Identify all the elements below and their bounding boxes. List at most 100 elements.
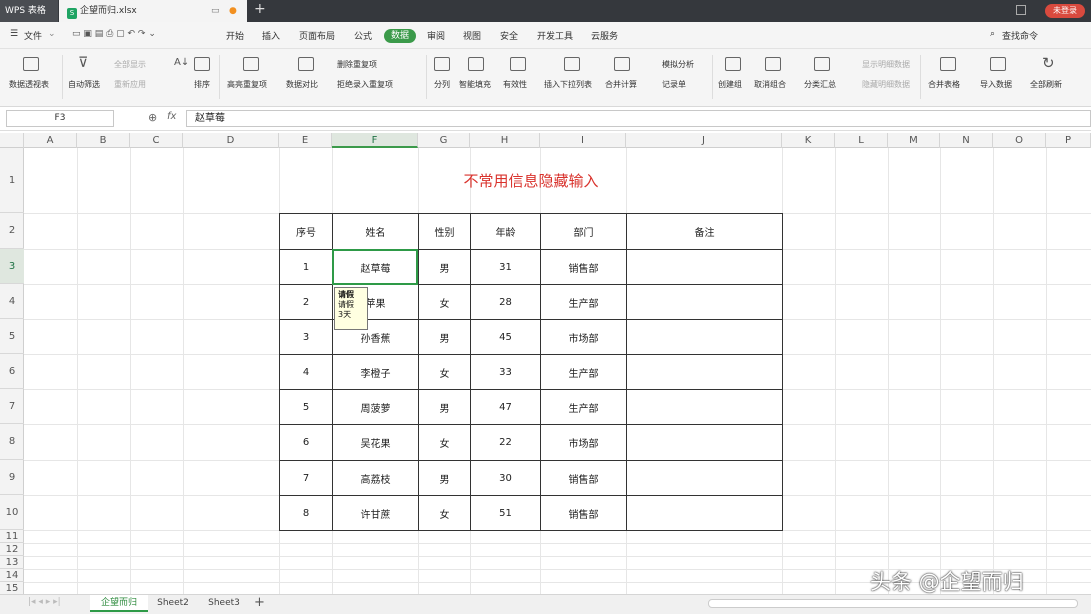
table-cell[interactable] xyxy=(626,284,783,320)
table-cell[interactable]: 5 xyxy=(279,389,333,425)
group-button[interactable]: 创建组 xyxy=(718,79,742,90)
table-cell[interactable] xyxy=(626,249,783,285)
table-cell[interactable]: 市场部 xyxy=(540,424,627,461)
table-cell[interactable]: 销售部 xyxy=(540,460,627,496)
table-cell[interactable]: 女 xyxy=(418,354,471,390)
tab-home[interactable]: 开始 xyxy=(226,29,244,42)
row-header[interactable]: 12 xyxy=(0,543,24,556)
pivot-table-button[interactable]: 数据透视表 xyxy=(9,79,49,90)
table-cell[interactable] xyxy=(626,495,783,531)
table-cell[interactable]: 45 xyxy=(470,319,541,355)
sheet-tab[interactable]: Sheet2 xyxy=(150,595,196,612)
table-cell[interactable] xyxy=(626,354,783,390)
sort-button[interactable]: 排序 xyxy=(194,79,210,90)
document-tab[interactable]: S 企望而归.xlsx ▭ ● xyxy=(59,0,247,22)
row-header[interactable]: 7 xyxy=(0,389,24,424)
data-compare-button[interactable]: 数据对比 xyxy=(286,79,318,90)
hamburger-icon[interactable]: ☰ xyxy=(10,29,18,39)
sheet-nav-arrows[interactable]: |◂ ◂ ▸ ▸| xyxy=(28,597,61,607)
table-cell[interactable]: 男 xyxy=(418,460,471,496)
ungroup-button[interactable]: 取消组合 xyxy=(754,79,786,90)
column-header[interactable]: K xyxy=(782,133,835,148)
table-cell[interactable]: 30 xyxy=(470,460,541,496)
table-cell[interactable]: 女 xyxy=(418,284,471,320)
column-header[interactable]: L xyxy=(835,133,888,148)
table-cell[interactable]: 7 xyxy=(279,460,333,496)
column-header[interactable]: H xyxy=(470,133,540,148)
autofilter-button[interactable]: 自动筛选 xyxy=(68,79,100,90)
table-cell[interactable]: 22 xyxy=(470,424,541,461)
insert-dropdown-button[interactable]: 插入下拉列表 xyxy=(544,79,592,90)
select-all-corner[interactable] xyxy=(0,133,24,148)
row-header[interactable]: 14 xyxy=(0,569,24,582)
hide-detail-button[interactable]: 隐藏明细数据 xyxy=(862,79,910,90)
table-cell[interactable]: 47 xyxy=(470,389,541,425)
table-cell[interactable]: 33 xyxy=(470,354,541,390)
table-cell[interactable] xyxy=(626,424,783,461)
refresh-all-button[interactable]: 全部刷新 xyxy=(1030,79,1062,90)
tab-insert[interactable]: 插入 xyxy=(262,29,280,42)
zoom-icon[interactable]: ⊕ xyxy=(148,111,157,124)
login-badge[interactable]: 未登录 xyxy=(1045,4,1085,18)
column-header-selected[interactable]: F xyxy=(332,133,418,148)
tab-security[interactable]: 安全 xyxy=(500,29,518,42)
smart-fill-button[interactable]: 智能填充 xyxy=(459,79,491,90)
table-cell[interactable]: 高荔枝 xyxy=(332,460,419,496)
sheet-title-cell[interactable]: 不常用信息隐藏输入 xyxy=(280,148,782,214)
header-cell[interactable]: 备注 xyxy=(626,213,783,250)
reapply-button[interactable]: 重新应用 xyxy=(114,79,146,90)
horizontal-scrollbar[interactable] xyxy=(708,599,1078,608)
table-cell[interactable]: 3 xyxy=(279,319,333,355)
split-column-button[interactable]: 分列 xyxy=(434,79,450,90)
tab-developer[interactable]: 开发工具 xyxy=(537,29,573,42)
merge-tables-button[interactable]: 合并表格 xyxy=(928,79,960,90)
table-cell[interactable]: 8 xyxy=(279,495,333,531)
column-header[interactable]: B xyxy=(77,133,130,148)
column-header[interactable]: C xyxy=(130,133,183,148)
column-header[interactable]: O xyxy=(993,133,1046,148)
column-header[interactable]: M xyxy=(888,133,940,148)
column-header[interactable]: D xyxy=(183,133,279,148)
tab-page-layout[interactable]: 页面布局 xyxy=(299,29,335,42)
tab-data[interactable]: 数据 xyxy=(384,29,416,43)
quick-access-icons[interactable]: ▭ ▣ ▤ ⎙ ▢ ↶ ↷ ⌄ xyxy=(72,29,156,39)
column-header[interactable]: G xyxy=(418,133,470,148)
show-detail-button[interactable]: 显示明细数据 xyxy=(862,59,910,70)
tab-view[interactable]: 视图 xyxy=(463,29,481,42)
table-cell[interactable]: 男 xyxy=(418,389,471,425)
table-cell[interactable]: 51 xyxy=(470,495,541,531)
tab-formulas[interactable]: 公式 xyxy=(354,29,372,42)
table-cell[interactable] xyxy=(626,460,783,496)
table-cell[interactable]: 生产部 xyxy=(540,389,627,425)
new-tab-icon[interactable]: + xyxy=(254,1,266,17)
sheet-tab-active[interactable]: 企望而归 xyxy=(90,595,148,612)
header-cell[interactable]: 部门 xyxy=(540,213,627,250)
active-cell-cursor[interactable] xyxy=(332,249,418,285)
monitor-icon[interactable]: ▭ xyxy=(211,0,220,22)
app-tab[interactable]: WPS 表格 xyxy=(0,0,58,22)
highlight-duplicates-button[interactable]: 高亮重复项 xyxy=(227,79,267,90)
table-cell[interactable]: 女 xyxy=(418,495,471,531)
column-header[interactable]: A xyxy=(24,133,77,148)
table-cell[interactable]: 1 xyxy=(279,249,333,285)
remove-duplicates-button[interactable]: 删除重复项 xyxy=(337,59,377,70)
row-header-selected[interactable]: 3 xyxy=(0,249,24,284)
table-cell[interactable]: 销售部 xyxy=(540,495,627,531)
table-cell[interactable] xyxy=(626,319,783,355)
row-header[interactable]: 11 xyxy=(0,530,24,543)
table-cell[interactable]: 生产部 xyxy=(540,354,627,390)
add-sheet-icon[interactable]: + xyxy=(254,595,265,610)
header-cell[interactable]: 姓名 xyxy=(332,213,419,250)
row-header[interactable]: 6 xyxy=(0,354,24,389)
table-cell[interactable]: 男 xyxy=(418,319,471,355)
table-cell[interactable]: 李橙子 xyxy=(332,354,419,390)
column-header[interactable]: N xyxy=(940,133,993,148)
table-cell[interactable] xyxy=(626,389,783,425)
table-cell[interactable]: 6 xyxy=(279,424,333,461)
row-header[interactable]: 10 xyxy=(0,495,24,530)
table-cell[interactable]: 周菠萝 xyxy=(332,389,419,425)
tab-cloud[interactable]: 云服务 xyxy=(591,29,618,42)
table-cell[interactable]: 31 xyxy=(470,249,541,285)
import-data-button[interactable]: 导入数据 xyxy=(980,79,1012,90)
chevron-down-icon[interactable]: ⌄ xyxy=(48,29,56,39)
